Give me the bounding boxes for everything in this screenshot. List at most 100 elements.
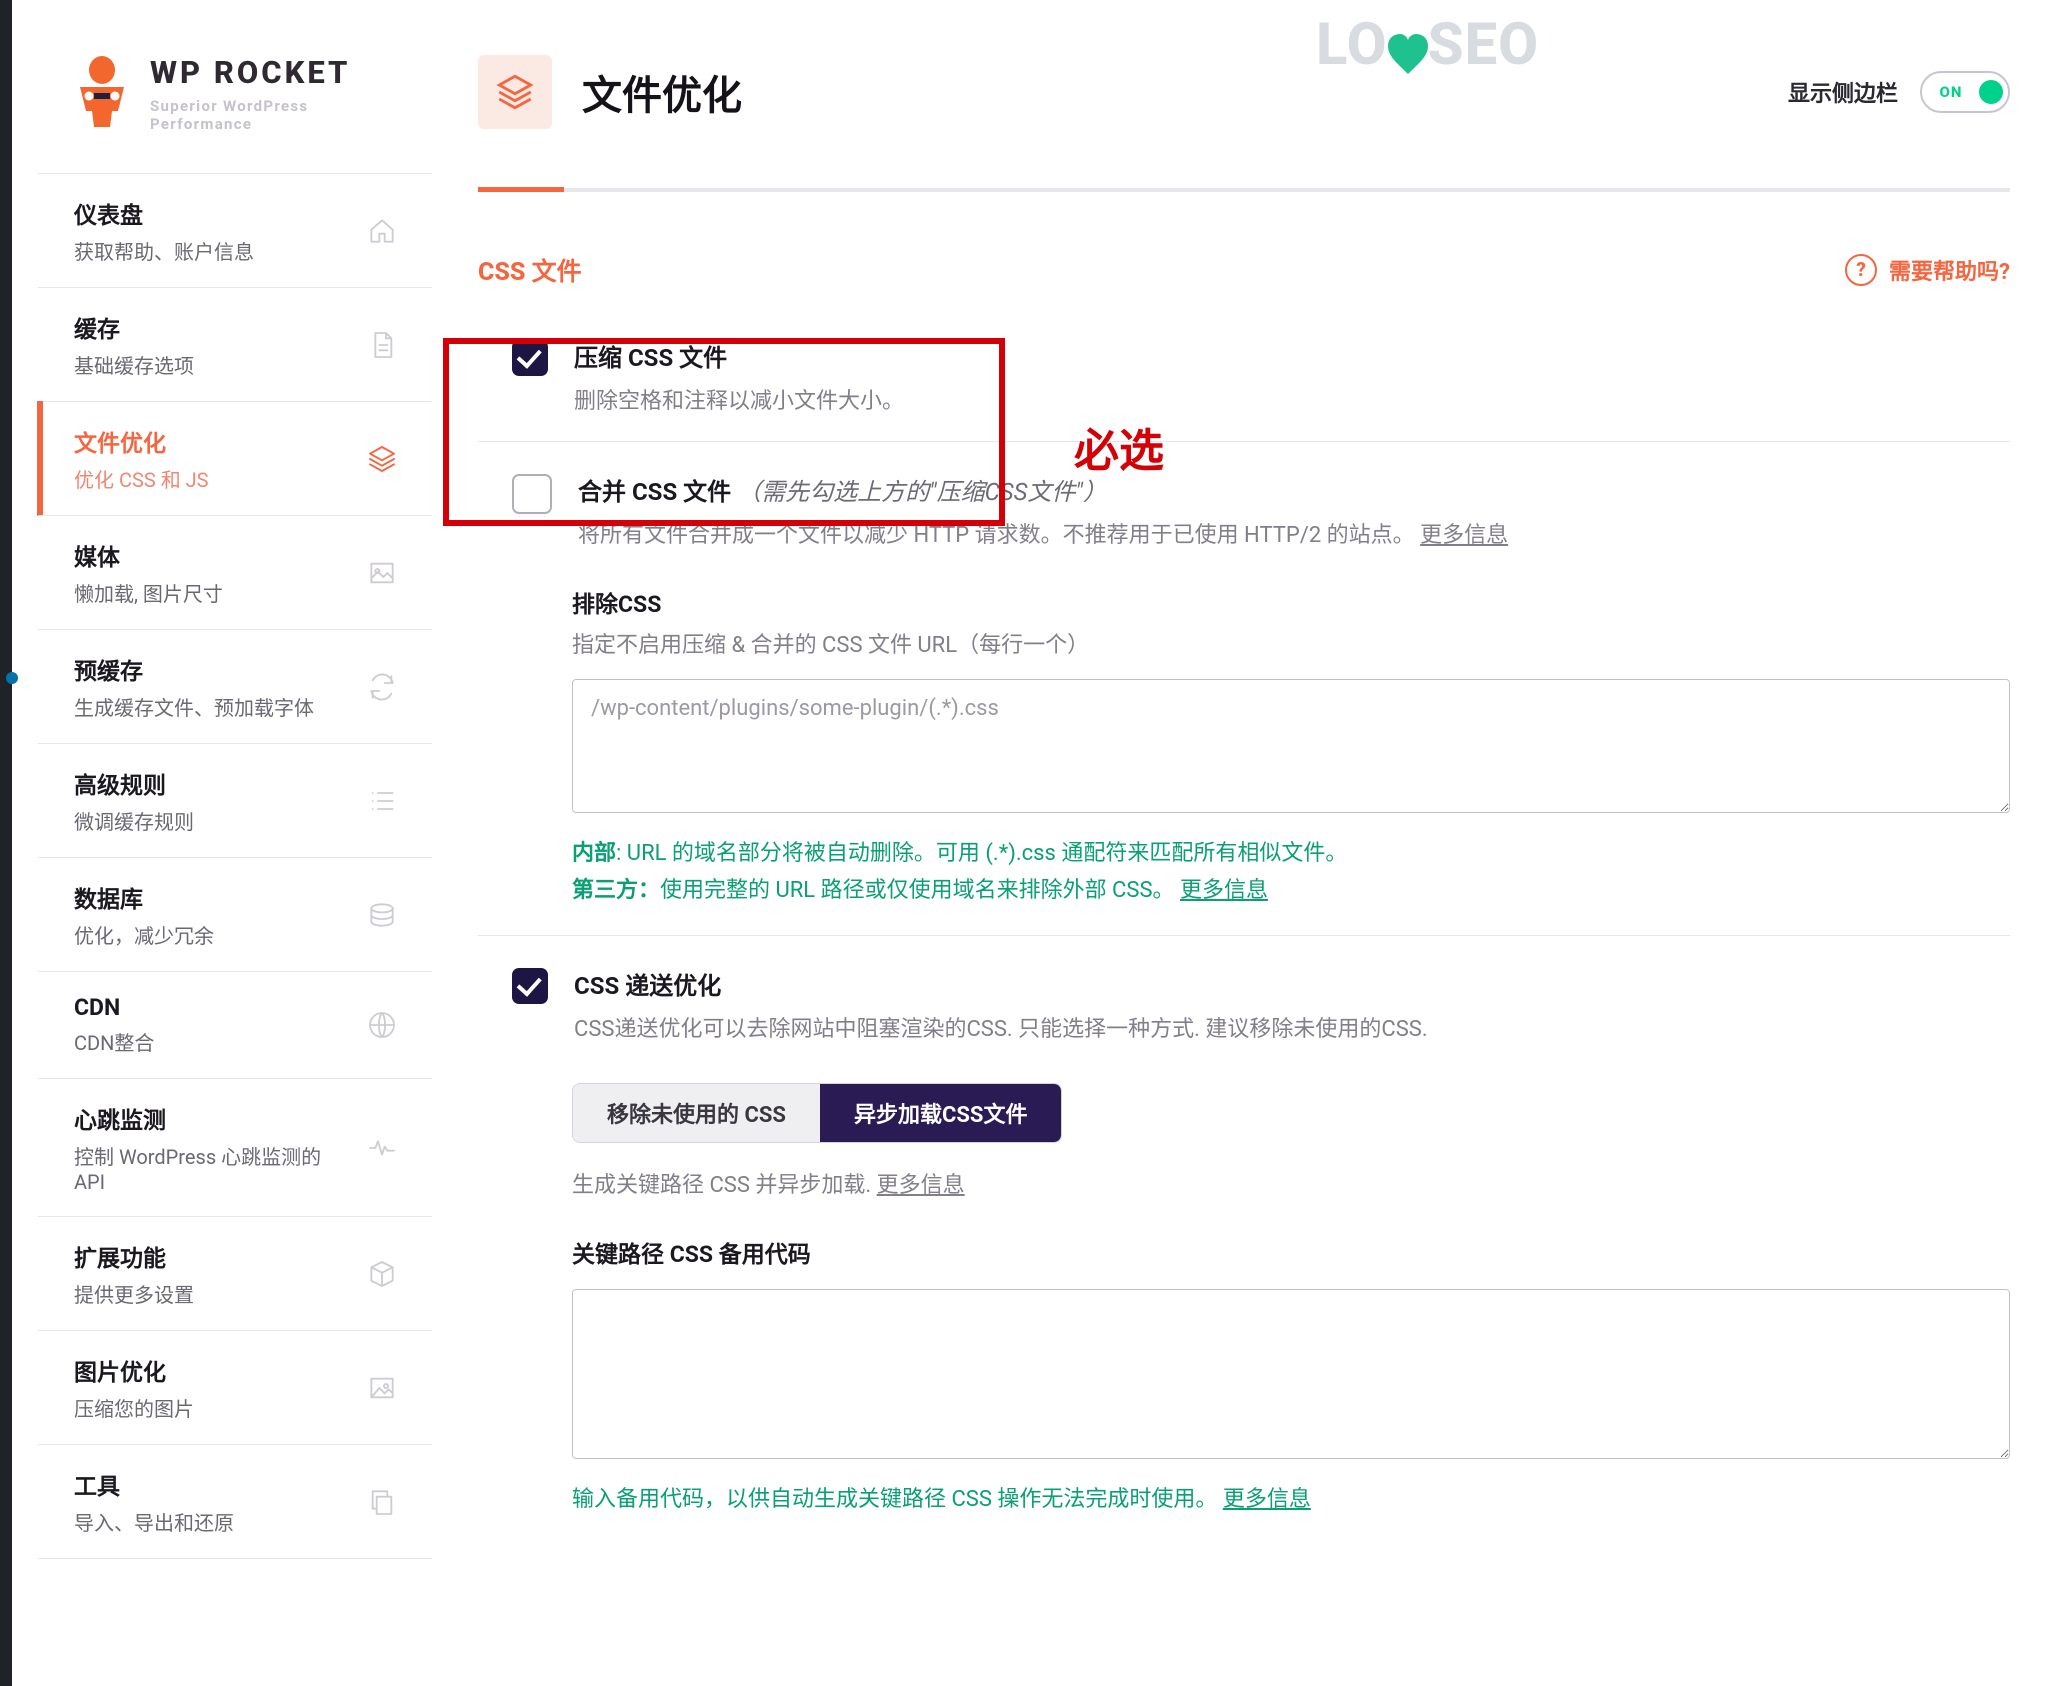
menu-item-desc: 基础缓存选项 xyxy=(74,350,344,379)
more-info-link[interactable]: 更多信息 xyxy=(1180,878,1268,903)
setting-text: CSS 递送优化 CSS递送优化可以去除网站中阻塞渲染的CSS. 只能选择一种方… xyxy=(574,966,1428,1043)
fallback-note: 输入备用代码，以供自动生成关键路径 CSS 操作无法完成时使用。 更多信息 xyxy=(572,1481,2010,1518)
app-root: WP ROCKET Superior WordPress Performance… xyxy=(0,0,2048,1686)
sidebar-item-globe[interactable]: CDN CDN整合 xyxy=(38,971,432,1078)
menu-item-title: CDN xyxy=(74,994,344,1021)
checkbox-combine-css[interactable] xyxy=(512,474,552,514)
menu-item-desc: 导入、导出和还原 xyxy=(74,1507,344,1536)
menu-item-title: 缓存 xyxy=(74,310,344,344)
sidebar-item-refresh[interactable]: 预缓存生成缓存文件、预加载字体 xyxy=(38,629,432,743)
sidebar-item-file[interactable]: 缓存基础缓存选项 xyxy=(38,287,432,401)
menu-item-title: 媒体 xyxy=(74,538,344,572)
menu-item-desc: 压缩您的图片 xyxy=(74,1393,344,1422)
setting-desc: CSS递送优化可以去除网站中阻塞渲染的CSS. 只能选择一种方式. 建议移除未使… xyxy=(574,1011,1428,1043)
settings-list: 压缩 CSS 文件 删除空格和注释以减小文件大小。 合并 CSS 文件 （需先勾… xyxy=(478,308,2010,1545)
menu-item-desc: 控制 WordPress 心跳监测的 API xyxy=(74,1141,344,1194)
sidebar-item-copy[interactable]: 工具导入、导出和还原 xyxy=(38,1444,432,1559)
main-panel: LO SEO 文件优化 显示侧边栏 ON CSS 文件 ? xyxy=(452,14,2048,1686)
setting-title: 压缩 CSS 文件 xyxy=(574,338,904,373)
menu-item-title: 图片优化 xyxy=(74,1353,344,1387)
toggle-state-text: ON xyxy=(1927,83,1975,101)
help-link[interactable]: ? 需要帮助吗? xyxy=(1845,254,2010,286)
menu-item-title: 预缓存 xyxy=(74,652,344,686)
toggle-label: 显示侧边栏 xyxy=(1788,76,1898,108)
more-info-link[interactable]: 更多信息 xyxy=(1420,523,1508,548)
brand-title: WP ROCKET xyxy=(150,54,396,91)
layers-icon xyxy=(360,440,404,478)
copy-icon xyxy=(360,1483,404,1521)
active-tab-indicator xyxy=(478,187,564,192)
page-title: 文件优化 xyxy=(582,63,742,121)
section-title: CSS 文件 xyxy=(478,252,582,288)
brand: WP ROCKET Superior WordPress Performance xyxy=(38,14,432,173)
setting-combine-css: 合并 CSS 文件 （需先勾选上方的"压缩CSS文件"） 将所有文件合并成一个文… xyxy=(478,441,2010,936)
more-info-link[interactable]: 更多信息 xyxy=(877,1173,965,1198)
exclude-css-hint: 指定不启用压缩 & 合并的 CSS 文件 URL（每行一个） xyxy=(572,627,2010,659)
help-text: 需要帮助吗? xyxy=(1889,254,2010,286)
menu-item-title: 高级规则 xyxy=(74,766,344,800)
sidebar-item-list[interactable]: 高级规则微调缓存规则 xyxy=(38,743,432,857)
menu-item-desc: 提供更多设置 xyxy=(74,1279,344,1308)
home-icon xyxy=(360,212,404,250)
delivery-note: 生成关键路径 CSS 并异步加载. 更多信息 xyxy=(572,1167,2010,1199)
heartbeat-icon xyxy=(360,1129,404,1167)
sidebar-item-home[interactable]: 仪表盘获取帮助、账户信息 xyxy=(38,173,432,287)
menu-item-desc: 微调缓存规则 xyxy=(74,806,344,835)
wp-admin-bar xyxy=(0,0,12,1686)
setting-requirement: （需先勾选上方的"压缩CSS文件"） xyxy=(737,478,1107,506)
photo-icon xyxy=(360,1369,404,1407)
seg-async-css[interactable]: 异步加载CSS文件 xyxy=(820,1084,1062,1142)
seg-remove-unused-css[interactable]: 移除未使用的 CSS xyxy=(573,1084,820,1142)
menu-item-title: 工具 xyxy=(74,1467,344,1501)
wp-notification-dot xyxy=(6,672,18,684)
menu-item-title: 扩展功能 xyxy=(74,1239,344,1273)
sidebar-item-heartbeat[interactable]: 心跳监测控制 WordPress 心跳监测的 API xyxy=(38,1078,432,1216)
exclude-css-footnote: 内部: URL 的域名部分将被自动删除。可用 (.*).css 通配符来匹配所有… xyxy=(572,835,2010,910)
setting-title: 合并 CSS 文件 （需先勾选上方的"压缩CSS文件"） xyxy=(578,472,1508,507)
menu-item-title: 心跳监测 xyxy=(74,1101,344,1135)
fallback-css-textarea[interactable] xyxy=(572,1289,2010,1459)
menu-item-desc: CDN整合 xyxy=(74,1027,344,1056)
exclude-css-textarea[interactable] xyxy=(572,679,2010,813)
refresh-icon xyxy=(360,668,404,706)
sidebar: WP ROCKET Superior WordPress Performance… xyxy=(38,14,432,1674)
css-delivery-controls: 移除未使用的 CSS 异步加载CSS文件 生成关键路径 CSS 并异步加载. 更… xyxy=(512,1043,2010,1518)
globe-icon xyxy=(360,1006,404,1044)
sidebar-toggle[interactable]: ON xyxy=(1920,71,2010,113)
file-icon xyxy=(360,326,404,364)
brand-text: WP ROCKET Superior WordPress Performance xyxy=(150,54,396,133)
menu-item-title: 仪表盘 xyxy=(74,196,344,230)
menu-item-desc: 优化，减少冗余 xyxy=(74,920,344,949)
setting-desc: 删除空格和注释以减小文件大小。 xyxy=(574,383,904,415)
menu-item-desc: 生成缓存文件、预加载字体 xyxy=(74,692,344,721)
sidebar-item-image[interactable]: 媒体懒加载, 图片尺寸 xyxy=(38,515,432,629)
header-toggle-group: 显示侧边栏 ON xyxy=(1788,71,2010,113)
setting-text: 压缩 CSS 文件 删除空格和注释以减小文件大小。 xyxy=(574,338,904,415)
sidebar-item-photo[interactable]: 图片优化压缩您的图片 xyxy=(38,1330,432,1444)
page-header-icon-tile xyxy=(478,55,552,129)
css-delivery-mode-toggle: 移除未使用的 CSS 异步加载CSS文件 xyxy=(572,1083,1062,1143)
sidebar-item-layers[interactable]: 文件优化优化 CSS 和 JS xyxy=(38,401,432,515)
checkbox-minify-css[interactable] xyxy=(512,340,548,376)
sidebar-menu: 仪表盘获取帮助、账户信息缓存基础缓存选项文件优化优化 CSS 和 JS媒体懒加载… xyxy=(38,173,432,1559)
toggle-knob xyxy=(1979,80,2003,104)
setting-desc: 将所有文件合并成一个文件以减少 HTTP 请求数。不推荐用于已使用 HTTP/2… xyxy=(578,517,1508,549)
page-header: 文件优化 显示侧边栏 ON xyxy=(478,36,2010,192)
checkbox-optimize-css-delivery[interactable] xyxy=(512,968,548,1004)
more-info-link[interactable]: 更多信息 xyxy=(1223,1487,1311,1512)
setting-title: CSS 递送优化 xyxy=(574,966,1428,1001)
brand-logo xyxy=(74,55,130,133)
menu-item-desc: 获取帮助、账户信息 xyxy=(74,236,344,265)
css-section: CSS 文件 ? 需要帮助吗? 压缩 CSS 文件 删除空格和注释以减小文件大小… xyxy=(478,252,2010,1545)
menu-item-title: 文件优化 xyxy=(74,424,344,458)
menu-item-desc: 懒加载, 图片尺寸 xyxy=(74,578,344,607)
setting-text: 合并 CSS 文件 （需先勾选上方的"压缩CSS文件"） 将所有文件合并成一个文… xyxy=(578,472,1508,549)
image-icon xyxy=(360,554,404,592)
cube-icon xyxy=(360,1255,404,1293)
sidebar-item-cube[interactable]: 扩展功能提供更多设置 xyxy=(38,1216,432,1330)
menu-item-desc: 优化 CSS 和 JS xyxy=(74,464,344,493)
sidebar-item-database[interactable]: 数据库优化，减少冗余 xyxy=(38,857,432,971)
setting-optimize-css-delivery: CSS 递送优化 CSS递送优化可以去除网站中阻塞渲染的CSS. 只能选择一种方… xyxy=(478,935,2010,1544)
brand-subtitle: Superior WordPress Performance xyxy=(150,97,396,133)
section-head: CSS 文件 ? 需要帮助吗? xyxy=(478,252,2010,288)
